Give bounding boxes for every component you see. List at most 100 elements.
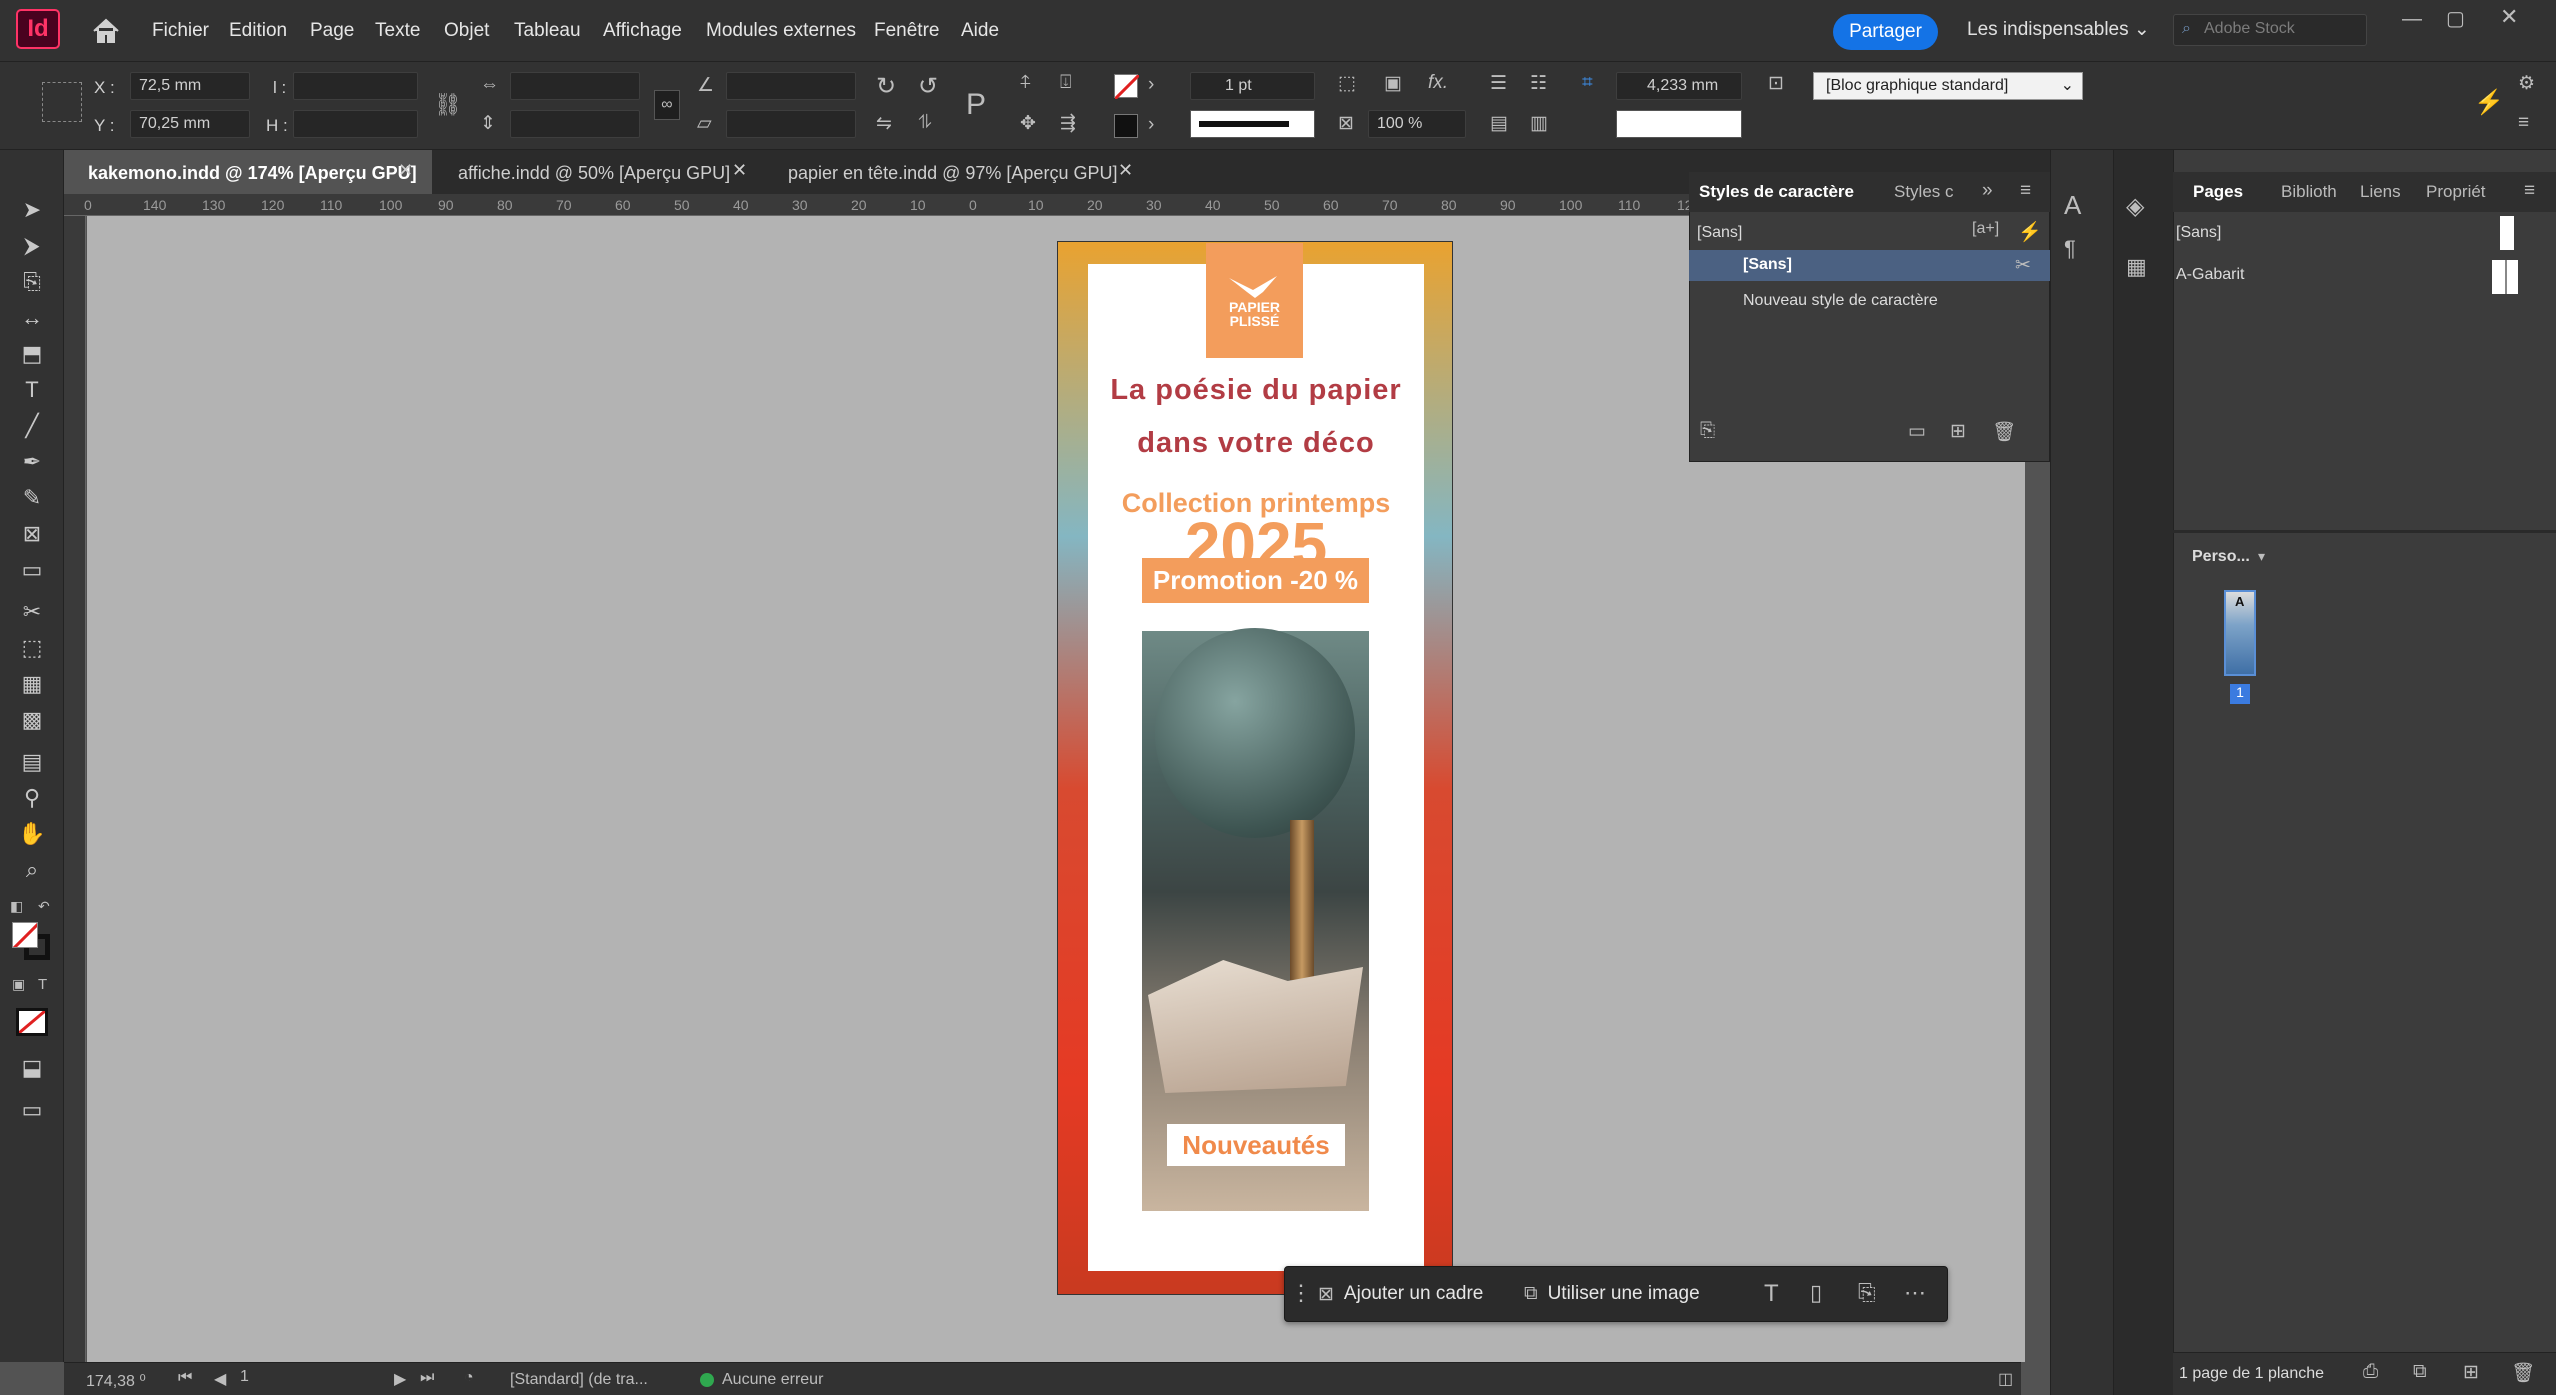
eyedropper-tool-icon[interactable]: ⚲ [14, 782, 50, 814]
zoom-level[interactable]: 174,38 ⁰ [86, 1371, 146, 1391]
master-none[interactable]: [Sans] [2176, 224, 2221, 242]
stroke-type-select[interactable] [1190, 110, 1315, 138]
page-number-badge[interactable]: 1 [2230, 684, 2250, 704]
scissors-tool-icon[interactable]: ✂ [14, 596, 50, 628]
clear-override-icon[interactable]: ✂ [2015, 254, 2031, 277]
vertical-ruler[interactable] [64, 216, 86, 1362]
default-colors-icon[interactable]: ◧ [10, 898, 23, 915]
char-style-panel-icon[interactable]: A [2064, 190, 2081, 221]
scale-x-icon[interactable]: ⇔ [480, 74, 499, 96]
note-tool-icon[interactable]: ▤ [14, 746, 50, 778]
insert-pages-icon[interactable]: ⧉ [2413, 1361, 2427, 1383]
list-item-selected[interactable]: [Sans] ✂ [1689, 250, 2050, 281]
gradient-swatch-tool-icon[interactable]: ▦ [14, 668, 50, 700]
menu-page[interactable]: Page [310, 20, 354, 42]
share-button[interactable]: Partager [1833, 14, 1938, 50]
para-style-panel-icon[interactable]: ¶ [2064, 236, 2076, 262]
menu-fenetre[interactable]: Fenêtre [874, 20, 939, 42]
wrap-box-icon[interactable]: ▥ [1530, 112, 1548, 135]
panel-menu-icon[interactable]: ≡ [2020, 180, 2031, 202]
text-frame-icon[interactable]: P [966, 88, 986, 122]
preflight-profile[interactable]: [Standard] (de tra... [510, 1371, 648, 1389]
hand-tool-icon[interactable]: ✋ [14, 818, 50, 850]
flip-v-icon[interactable]: ⥮ [918, 112, 932, 134]
constrain-link-icon[interactable]: ⛓ [434, 92, 462, 118]
menu-fichier[interactable]: Fichier [152, 20, 209, 42]
x-field[interactable]: 72,5 mm [130, 72, 250, 100]
trash-icon[interactable]: 🗑 [1992, 420, 2016, 444]
prev-page-icon[interactable]: ◀ [214, 1369, 226, 1389]
object-style-icon[interactable]: ⊡ [1768, 72, 1784, 95]
brand-logo[interactable]: PAPIER PLISSÉ [1206, 243, 1303, 358]
quick-apply-icon[interactable]: ⚡ [2018, 220, 2042, 244]
shear-field[interactable] [726, 110, 856, 138]
fill-stroke-icon[interactable] [12, 922, 52, 962]
rotate-angle-icon[interactable]: ∠ [697, 74, 714, 97]
gradient-feather-tool-icon[interactable]: ▩ [14, 704, 50, 736]
document-icon[interactable]: ▯ [1810, 1280, 1822, 1306]
opacity-field[interactable]: 100 % [1368, 110, 1466, 138]
menu-texte[interactable]: Texte [375, 20, 420, 42]
page-tool-icon[interactable]: ⎘ [14, 266, 50, 298]
grip-icon[interactable]: ⋮ [1290, 1280, 1312, 1306]
link-scale-icon[interactable]: ∞ [654, 90, 680, 120]
folder-icon[interactable]: ▭ [1908, 420, 1926, 443]
page-add-icon[interactable]: ⎘ [1858, 1280, 1876, 1306]
shear-angle-icon[interactable]: ▱ [697, 112, 712, 135]
close-icon[interactable]: ✕ [732, 160, 747, 181]
rectangle-frame-tool-icon[interactable]: ⊠ [14, 518, 50, 550]
layers-icon[interactable]: ◈ [2126, 192, 2144, 221]
fill-swatch[interactable] [1113, 73, 1141, 101]
formatting-text-icon[interactable]: T [38, 976, 47, 993]
select-content-icon[interactable]: ⍗ [1060, 72, 1071, 94]
add-frame-button[interactable]: ⊠ Ajouter un cadre [1318, 1276, 1483, 1312]
error-status[interactable]: Aucune erreur [722, 1371, 823, 1389]
swap-colors-icon[interactable]: ↶ [38, 898, 50, 915]
tab-kakemono[interactable]: kakemono.indd @ 174% [Aperçu GPU] [64, 150, 432, 194]
edit-page-size-icon[interactable]: ⎙ [2363, 1361, 2378, 1383]
select-container-icon[interactable]: ⍏ [1020, 72, 1031, 94]
close-icon[interactable]: ✕ [1118, 160, 1133, 181]
close-icon[interactable]: ✕ [2500, 4, 2518, 30]
preflight-icon[interactable]: ◔ [464, 1369, 474, 1387]
split-view-icon[interactable]: ◫ [1998, 1369, 2013, 1389]
reference-point-icon[interactable] [42, 82, 82, 122]
align-left-icon[interactable]: ☰ [1490, 72, 1507, 95]
free-transform-tool-icon[interactable]: ⬚ [14, 632, 50, 664]
direct-selection-tool-icon[interactable]: ⮞ [14, 230, 50, 262]
next-page-icon[interactable]: ▶ [394, 1369, 406, 1389]
height-field[interactable] [293, 110, 418, 138]
selection-tool-icon[interactable]: ➤ [14, 194, 50, 226]
page-size-label[interactable]: Perso... [2192, 548, 2250, 566]
tab-links[interactable]: Liens [2360, 182, 2401, 202]
opacity-icon[interactable]: ⊠ [1338, 112, 1354, 135]
more-icon[interactable]: ⋯ [1904, 1280, 1926, 1306]
corner-options-icon[interactable]: ⌗ [1582, 72, 1593, 94]
scale-y-field[interactable] [510, 110, 640, 138]
select-next-icon[interactable]: ⇶ [1060, 112, 1076, 135]
screen-mode-icon[interactable]: ⬓ [14, 1052, 50, 1084]
panel-menu-icon[interactable]: ≡ [2518, 112, 2529, 134]
apply-none-icon[interactable] [16, 1008, 48, 1036]
new-items-label[interactable]: Nouveautés [1167, 1124, 1345, 1166]
fit-content-icon[interactable]: ▣ [1384, 72, 1402, 95]
lightning-icon[interactable]: ⚡ [2474, 88, 2504, 117]
rectangle-tool-icon[interactable]: ▭ [14, 554, 50, 586]
tab-libraries[interactable]: Biblioth [2281, 182, 2337, 202]
menu-modules[interactable]: Modules externes [706, 20, 856, 42]
create-style-icon[interactable]: [a+] [1972, 220, 1999, 238]
stock-search-input[interactable]: ⌕ Adobe Stock [2173, 14, 2367, 46]
rotate-field[interactable] [726, 72, 856, 100]
rotate-ccw-icon[interactable]: ↺ [918, 72, 938, 101]
fill-menu-icon[interactable]: › [1148, 74, 1154, 96]
wrap-none-icon[interactable]: ▤ [1490, 112, 1508, 135]
first-page-icon[interactable]: ⏮ [178, 1369, 192, 1387]
chevron-down-icon[interactable]: ▾ [2258, 548, 2265, 565]
corner-size-field[interactable]: 4,233 mm [1616, 72, 1742, 100]
menu-aide[interactable]: Aide [961, 20, 999, 42]
zoom-tool-icon[interactable]: ⌕ [14, 854, 50, 886]
y-field[interactable]: 70,25 mm [130, 110, 250, 138]
scale-y-icon[interactable]: ⇕ [480, 112, 496, 135]
tab-papier-en-tete[interactable]: papier en tête.indd @ 97% [Aperçu GPU] [764, 150, 1144, 194]
close-icon[interactable]: ✕ [398, 160, 413, 181]
